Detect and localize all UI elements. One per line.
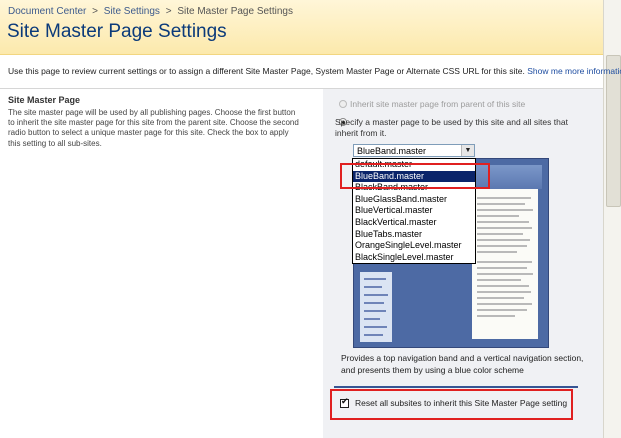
blue-separator-rule	[334, 386, 578, 388]
breadcrumb-separator: >	[92, 6, 98, 17]
preview-text-line	[477, 239, 530, 241]
master-option-blueglassband[interactable]: BlueGlassBand.master	[353, 194, 475, 206]
master-option-blackvertical[interactable]: BlackVertical.master	[353, 217, 475, 229]
preview-text-line	[477, 251, 517, 253]
breadcrumb-link-site-settings[interactable]: Site Settings	[104, 6, 160, 17]
highlight-box-reset-option	[330, 389, 573, 420]
preview-nav-line	[364, 294, 388, 296]
specify-master-label: Specify a master page to be used by this…	[335, 117, 568, 138]
preview-text-line	[477, 267, 527, 269]
page-description: Use this page to review current settings…	[8, 66, 621, 76]
preview-text-line	[477, 309, 527, 311]
highlight-box-selected-option	[340, 163, 490, 189]
preview-text-line	[477, 221, 529, 223]
preview-text-line	[477, 315, 515, 317]
preview-text-line	[477, 245, 527, 247]
master-option-bluetabs[interactable]: BlueTabs.master	[353, 229, 475, 241]
preview-text-line	[477, 303, 532, 305]
breadcrumb-separator: >	[165, 6, 172, 17]
inherit-master-label: Inherit site master page from parent of …	[350, 99, 526, 109]
page-description-text: Use this page to review current settings…	[8, 66, 525, 76]
section-title: Site Master Page	[8, 95, 81, 105]
master-page-description: Provides a top navigation band and a ver…	[341, 353, 584, 375]
preview-text-line	[477, 197, 531, 199]
preview-text-line	[477, 261, 532, 263]
master-page-select[interactable]: BlueBand.master ▼	[353, 144, 475, 157]
preview-text-line	[477, 215, 519, 217]
preview-text-line	[477, 285, 529, 287]
scrollbar-thumb[interactable]	[606, 55, 621, 207]
title-area: Document Center > Site Settings > Site M…	[0, 0, 603, 55]
preview-text-line	[477, 279, 521, 281]
preview-nav-line	[364, 318, 380, 320]
inherit-master-radio[interactable]	[339, 100, 347, 108]
preview-text-line	[477, 203, 525, 205]
preview-nav-line	[364, 302, 384, 304]
preview-nav-line	[364, 278, 386, 280]
page-title: Site Master Page Settings	[7, 21, 227, 42]
section-description: The site master page will be used by all…	[8, 108, 299, 148]
breadcrumb-current: Site Master Page Settings	[177, 6, 293, 17]
inherit-master-option: Inherit site master page from parent of …	[339, 99, 525, 109]
preview-text-line	[477, 273, 533, 275]
breadcrumb-link-document-center[interactable]: Document Center	[8, 6, 86, 17]
master-option-orangesinglelevel[interactable]: OrangeSingleLevel.master	[353, 240, 475, 252]
preview-text-line	[477, 209, 533, 211]
preview-text-line	[477, 227, 532, 229]
preview-nav-line	[364, 334, 383, 336]
show-more-info-link[interactable]: Show me more information.	[527, 66, 621, 76]
master-page-select-value: BlueBand.master	[357, 146, 427, 156]
preview-text-line	[477, 233, 523, 235]
preview-text-line	[477, 291, 531, 293]
preview-text-line	[477, 297, 524, 299]
preview-nav-line	[364, 326, 387, 328]
preview-content-area	[472, 189, 538, 339]
preview-nav-line	[364, 286, 382, 288]
preview-nav-line	[364, 310, 386, 312]
preview-vertical-nav	[360, 272, 392, 342]
chevron-down-icon[interactable]: ▼	[461, 145, 474, 156]
master-option-bluevertical[interactable]: BlueVertical.master	[353, 205, 475, 217]
breadcrumb: Document Center > Site Settings > Site M…	[8, 6, 293, 17]
master-option-blacksinglelevel[interactable]: BlackSingleLevel.master	[353, 252, 475, 264]
